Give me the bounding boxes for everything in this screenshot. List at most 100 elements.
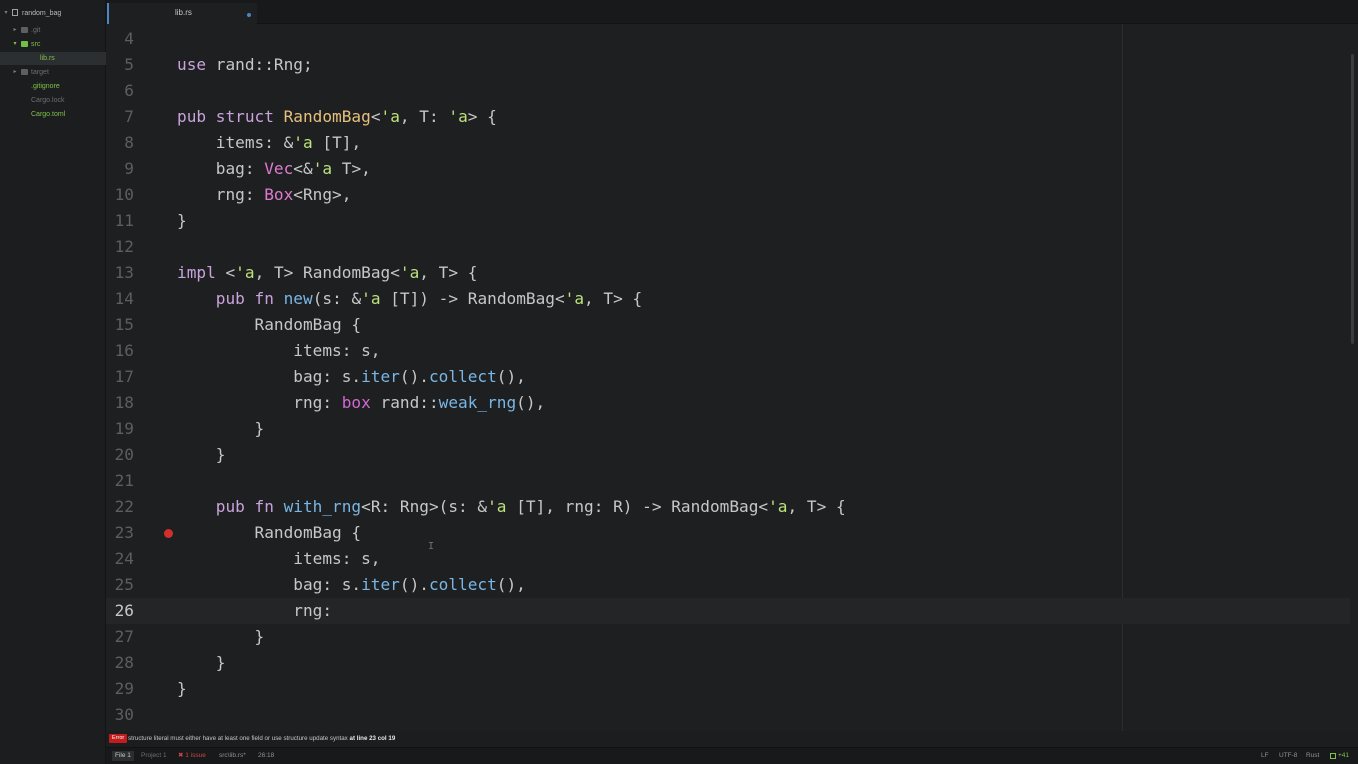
code-text[interactable]: } [177,650,226,676]
line-number[interactable]: 10 [106,182,134,208]
code-line[interactable]: 14 pub fn new(s: &'a [T]) -> RandomBag<'… [106,286,1350,312]
grammar-selector[interactable]: Rust [1306,748,1319,764]
chevron-right-icon[interactable]: ▸ [11,24,19,37]
line-number[interactable]: 26 [106,598,134,624]
line-number[interactable]: 13 [106,260,134,286]
tree-item-target[interactable]: ▸ target [0,66,106,79]
line-number[interactable]: 27 [106,624,134,650]
code-line[interactable]: 24 items: s, [106,546,1350,572]
tree-item-src[interactable]: ▾ src [0,38,106,51]
code-text[interactable]: bag: s.iter().collect(), [177,572,526,598]
line-number[interactable]: 24 [106,546,134,572]
code-text[interactable]: rng: Box<Rng>, [177,182,352,208]
code-text[interactable]: items: &'a [T], [177,130,361,156]
line-number[interactable]: 11 [106,208,134,234]
line-number[interactable]: 25 [106,572,134,598]
code-text[interactable]: rng: [177,598,332,624]
line-number[interactable]: 12 [106,234,134,260]
code-text[interactable]: impl <'a, T> RandomBag<'a, T> { [177,260,477,286]
code-text[interactable]: } [177,416,265,442]
line-number[interactable]: 22 [106,494,134,520]
line-number[interactable]: 18 [106,390,134,416]
chevron-down-icon[interactable]: ▾ [11,38,19,51]
line-number[interactable]: 21 [106,468,134,494]
code-text[interactable]: pub struct RandomBag<'a, T: 'a> { [177,104,497,130]
line-number[interactable]: 19 [106,416,134,442]
code-text[interactable]: } [177,624,265,650]
line-number[interactable]: 7 [106,104,134,130]
code-line[interactable]: 30 [106,702,1350,728]
tree-item-cargo-lock[interactable]: Cargo.lock [0,94,106,107]
error-location[interactable]: at line 23 col 19 [350,735,396,742]
line-number[interactable]: 15 [106,312,134,338]
tree-item-lib-rs[interactable]: lib.rs [0,52,106,65]
cursor-position[interactable]: 26:18 [258,748,274,764]
file-tab-indicator[interactable]: File 1 [112,751,134,761]
code-text[interactable]: } [177,676,187,702]
encoding[interactable]: UTF-8 [1279,748,1297,764]
code-line[interactable]: 16 items: s, [106,338,1350,364]
code-line[interactable]: 10 rng: Box<Rng>, [106,182,1350,208]
code-line[interactable]: 13 impl <'a, T> RandomBag<'a, T> { [106,260,1350,286]
tree-project-root[interactable]: ▾ random_bag [0,7,106,20]
code-text[interactable]: rng: box rand::weak_rng(), [177,390,545,416]
code-line[interactable]: 9 bag: Vec<&'a T>, [106,156,1350,182]
tab-lib-rs[interactable]: lib.rs [107,3,257,24]
line-number[interactable]: 20 [106,442,134,468]
code-line[interactable]: 12 [106,234,1350,260]
tree-item-cargo-toml[interactable]: Cargo.toml [0,108,106,121]
code-line[interactable]: 20 } [106,442,1350,468]
line-number[interactable]: 4 [106,26,134,52]
code-line[interactable]: 8 items: &'a [T], [106,130,1350,156]
line-ending[interactable]: LF [1261,748,1269,764]
breakpoint-icon[interactable] [164,529,173,538]
code-line[interactable]: 21 [106,468,1350,494]
code-line[interactable]: 5 use rand::Rng; [106,52,1350,78]
code-text[interactable]: pub fn new(s: &'a [T]) -> RandomBag<'a, … [177,286,642,312]
line-number[interactable]: 14 [106,286,134,312]
line-number[interactable]: 5 [106,52,134,78]
code-line[interactable]: 11} [106,208,1350,234]
code-editor[interactable]: 4 5 use rand::Rng;6 7 pub struct RandomBag<'… [106,24,1358,731]
code-text[interactable]: RandomBag { [177,520,362,546]
code-line[interactable]: 15 RandomBag { [106,312,1350,338]
line-number[interactable]: 6 [106,78,134,104]
code-text[interactable]: RandomBag { [177,312,362,338]
project-tab-indicator[interactable]: Project 1 [138,751,170,761]
chevron-right-icon[interactable]: ▸ [11,66,19,79]
code-text[interactable]: } [177,442,226,468]
tree-item-gitignore[interactable]: .gitignore [0,80,106,93]
chevron-down-icon[interactable]: ▾ [2,7,10,20]
code-line[interactable]: 26 rng: [106,598,1350,624]
code-line[interactable]: 4 [106,26,1350,52]
code-line[interactable]: 27 } [106,624,1350,650]
code-text[interactable]: pub fn with_rng<R: Rng>(s: &'a [T], rng:… [177,494,846,520]
code-line[interactable]: 19 } [106,416,1350,442]
code-line[interactable]: 25 bag: s.iter().collect(), [106,572,1350,598]
tree-item-git[interactable]: ▸ .git [0,24,106,37]
line-number[interactable]: 28 [106,650,134,676]
code-line[interactable]: 23 RandomBag { [106,520,1350,546]
line-number[interactable]: 17 [106,364,134,390]
line-number[interactable]: 29 [106,676,134,702]
code-text[interactable]: items: s, [177,338,380,364]
line-number[interactable]: 30 [106,702,134,728]
modified-dot-icon[interactable] [247,13,251,17]
git-diff-count[interactable]: +41 [1338,748,1349,764]
code-line[interactable]: 29} [106,676,1350,702]
error-message[interactable]: structure literal must either have at le… [128,731,395,747]
code-line[interactable]: 22 pub fn with_rng<R: Rng>(s: &'a [T], r… [106,494,1350,520]
code-line[interactable]: 28 } [106,650,1350,676]
code-line[interactable]: 7 pub struct RandomBag<'a, T: 'a> { [106,104,1350,130]
file-path[interactable]: src\lib.rs* [219,748,246,764]
line-number[interactable]: 8 [106,130,134,156]
code-line[interactable]: 17 bag: s.iter().collect(), [106,364,1350,390]
line-number[interactable]: 9 [106,156,134,182]
code-text[interactable]: use rand::Rng; [177,52,313,78]
issues-count[interactable]: ✖ 1 issue [178,748,206,764]
vertical-scrollbar[interactable] [1351,54,1354,344]
line-number[interactable]: 16 [106,338,134,364]
code-line[interactable]: 6 [106,78,1350,104]
code-text[interactable]: items: s, [177,546,380,572]
code-text[interactable]: bag: Vec<&'a T>, [177,156,371,182]
